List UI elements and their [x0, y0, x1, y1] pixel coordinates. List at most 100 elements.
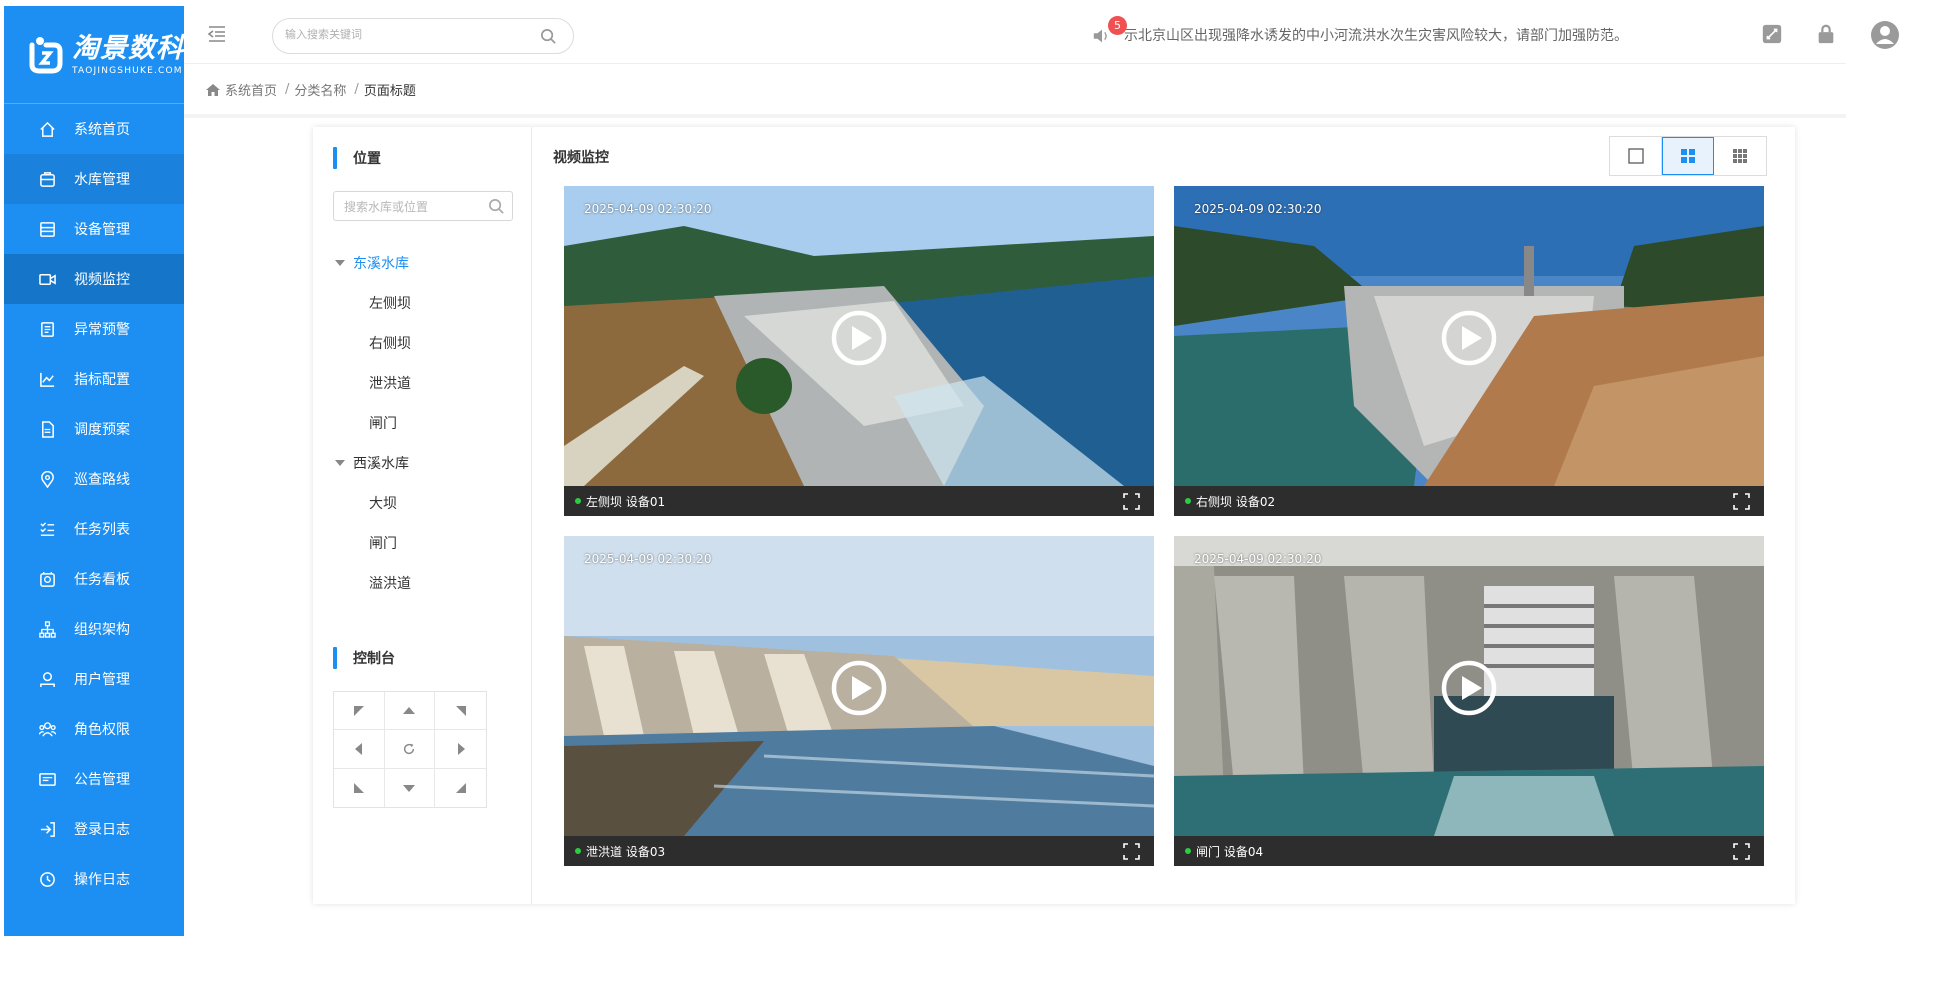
tree-leaf[interactable]: 闸门	[335, 523, 411, 563]
location-panel: 位置 东溪水库 左侧坝 右侧坝 泄洪道 闸门 西溪水库 大坝 闸门 溢洪道 控制…	[313, 127, 532, 904]
video-tile[interactable]: 2025-04-09 02:30:20 左侧坝 设备01	[564, 186, 1154, 516]
video-monitor-card: 位置 东溪水库 左侧坝 右侧坝 泄洪道 闸门 西溪水库 大坝 闸门 溢洪道 控制…	[313, 127, 1795, 904]
layout-quad-button[interactable]	[1662, 137, 1714, 175]
sidebar-item-plan[interactable]: 调度预案	[4, 404, 184, 454]
arrow-left-icon	[354, 742, 362, 755]
fullscreen-icon[interactable]	[1123, 493, 1140, 510]
logo-subtitle: TAOJINGSHUKE.COM	[72, 65, 183, 76]
ptz-right-button[interactable]	[435, 730, 486, 769]
video-label: 左侧坝 设备01	[586, 494, 666, 509]
breadcrumb-home[interactable]: 系统首页	[225, 80, 277, 99]
sidebar-item-users[interactable]: 用户管理	[4, 654, 184, 704]
ptz-down-button[interactable]	[385, 768, 436, 807]
layout-nine-button[interactable]	[1714, 137, 1766, 175]
document-icon	[38, 420, 56, 438]
ptz-up-right-button[interactable]	[435, 692, 486, 731]
online-status-dot	[1185, 498, 1191, 504]
avatar-icon[interactable]	[1870, 20, 1900, 50]
arrow-down-icon	[403, 784, 416, 792]
caret-down-icon	[335, 460, 345, 466]
video-label: 右侧坝 设备02	[1196, 494, 1276, 509]
org-icon	[38, 620, 56, 638]
layout-single-button[interactable]	[1610, 137, 1662, 175]
sidebar-item-video[interactable]: 视频监控	[4, 254, 184, 304]
speaker-icon[interactable]: 5	[1092, 16, 1127, 46]
location-tree: 东溪水库 左侧坝 右侧坝 泄洪道 闸门 西溪水库 大坝 闸门 溢洪道	[335, 243, 411, 603]
video-footer: 右侧坝 设备02	[1174, 486, 1764, 516]
video-panel-title: 视频监控	[553, 150, 609, 166]
tree-node-xixi[interactable]: 西溪水库	[335, 443, 411, 483]
tree-leaf[interactable]: 泄洪道	[335, 363, 411, 403]
tree-leaf[interactable]: 溢洪道	[335, 563, 411, 603]
lock-icon[interactable]	[1815, 23, 1839, 47]
notice-bar[interactable]: 5 示北京山区出现强降水诱发的中小河流洪水次生灾害风险较大，请部门加强防范。20…	[1092, 16, 1662, 47]
sidebar-item-label: 系统首页	[74, 122, 130, 138]
breadcrumb: 系统首页 / 分类名称 / 页面标题	[205, 80, 416, 99]
tree-leaf[interactable]: 大坝	[335, 483, 411, 523]
play-icon[interactable]	[1440, 309, 1498, 367]
ptz-down-right-button[interactable]	[435, 769, 486, 807]
search-input[interactable]	[285, 28, 525, 41]
fullscreen-icon[interactable]	[1761, 23, 1785, 47]
arrow-up-left-icon	[353, 705, 364, 716]
sidebar-item-device[interactable]: 设备管理	[4, 204, 184, 254]
sidebar-item-org[interactable]: 组织架构	[4, 604, 184, 654]
sidebar-item-route[interactable]: 巡查路线	[4, 454, 184, 504]
ptz-up-left-button[interactable]	[334, 692, 385, 731]
online-status-dot	[575, 498, 581, 504]
sidebar-item-label: 调度预案	[74, 422, 130, 438]
sidebar-item-warning[interactable]: 异常预警	[4, 304, 184, 354]
home-icon[interactable]	[205, 83, 221, 97]
camera-icon	[38, 270, 56, 288]
video-tile[interactable]: 2025-04-09 02:30:20 泄洪道 设备03	[564, 536, 1154, 866]
fullscreen-icon[interactable]	[1733, 493, 1750, 510]
sidebar-item-label: 任务列表	[74, 522, 130, 538]
device-icon	[38, 220, 56, 238]
list-icon	[38, 520, 56, 538]
video-footer: 闸门 设备04	[1174, 836, 1764, 866]
play-icon[interactable]	[1440, 659, 1498, 717]
tree-node-dongxi[interactable]: 东溪水库	[335, 243, 411, 283]
ptz-up-button[interactable]	[384, 692, 436, 731]
location-search-input[interactable]	[344, 200, 484, 214]
ptz-down-left-button[interactable]	[334, 768, 385, 807]
arrow-up-right-icon	[455, 705, 466, 716]
play-icon[interactable]	[830, 309, 888, 367]
sidebar-item-label: 角色权限	[74, 722, 130, 738]
notice-text: 示北京山区出现强降水诱发的中小河流洪水次生灾害风险较大，请部门加强防范。2025…	[1124, 28, 1624, 44]
sidebar-item-label: 组织架构	[74, 622, 130, 638]
breadcrumb-category[interactable]: 分类名称	[294, 80, 346, 99]
logo[interactable]: 淘景数科 TAOJINGSHUKE.COM	[4, 6, 184, 104]
video-timestamp: 2025-04-09 02:30:20	[584, 202, 712, 216]
sidebar-item-home[interactable]: 系统首页	[4, 104, 184, 154]
sidebar-item-notice[interactable]: 公告管理	[4, 754, 184, 804]
tree-leaf[interactable]: 左侧坝	[335, 283, 411, 323]
video-tile[interactable]: 2025-04-09 02:30:20 闸门 设备04	[1174, 536, 1764, 866]
sidebar-item-label: 水库管理	[74, 172, 130, 188]
sidebar-item-board[interactable]: 任务看板	[4, 554, 184, 604]
sidebar-item-metrics[interactable]: 指标配置	[4, 354, 184, 404]
search-icon[interactable]	[540, 28, 557, 45]
tree-leaf[interactable]: 闸门	[335, 403, 411, 443]
sidebar-item-tasks[interactable]: 任务列表	[4, 504, 184, 554]
search-icon[interactable]	[488, 198, 505, 215]
arrow-down-right-icon	[455, 782, 466, 793]
video-footer: 泄洪道 设备03	[564, 836, 1154, 866]
collapse-menu-icon[interactable]	[207, 24, 227, 44]
ptz-reset-button[interactable]	[384, 730, 436, 769]
ptz-left-button[interactable]	[334, 730, 385, 769]
fullscreen-icon[interactable]	[1733, 843, 1750, 860]
board-icon	[38, 570, 56, 588]
tree-leaf[interactable]: 右侧坝	[335, 323, 411, 363]
global-search	[272, 18, 574, 54]
arrow-up-icon	[403, 706, 416, 714]
sidebar-item-roles[interactable]: 角色权限	[4, 704, 184, 754]
play-icon[interactable]	[830, 659, 888, 717]
logo-icon	[26, 35, 64, 75]
sidebar-item-login-log[interactable]: 登录日志	[4, 804, 184, 854]
video-tile[interactable]: 2025-04-09 02:30:20 右侧坝 设备02	[1174, 186, 1764, 516]
sidebar-item-op-log[interactable]: 操作日志	[4, 854, 184, 904]
fullscreen-icon[interactable]	[1123, 843, 1140, 860]
sidebar-item-reservoir[interactable]: 水库管理	[4, 154, 184, 204]
sidebar-item-label: 登录日志	[74, 822, 130, 838]
